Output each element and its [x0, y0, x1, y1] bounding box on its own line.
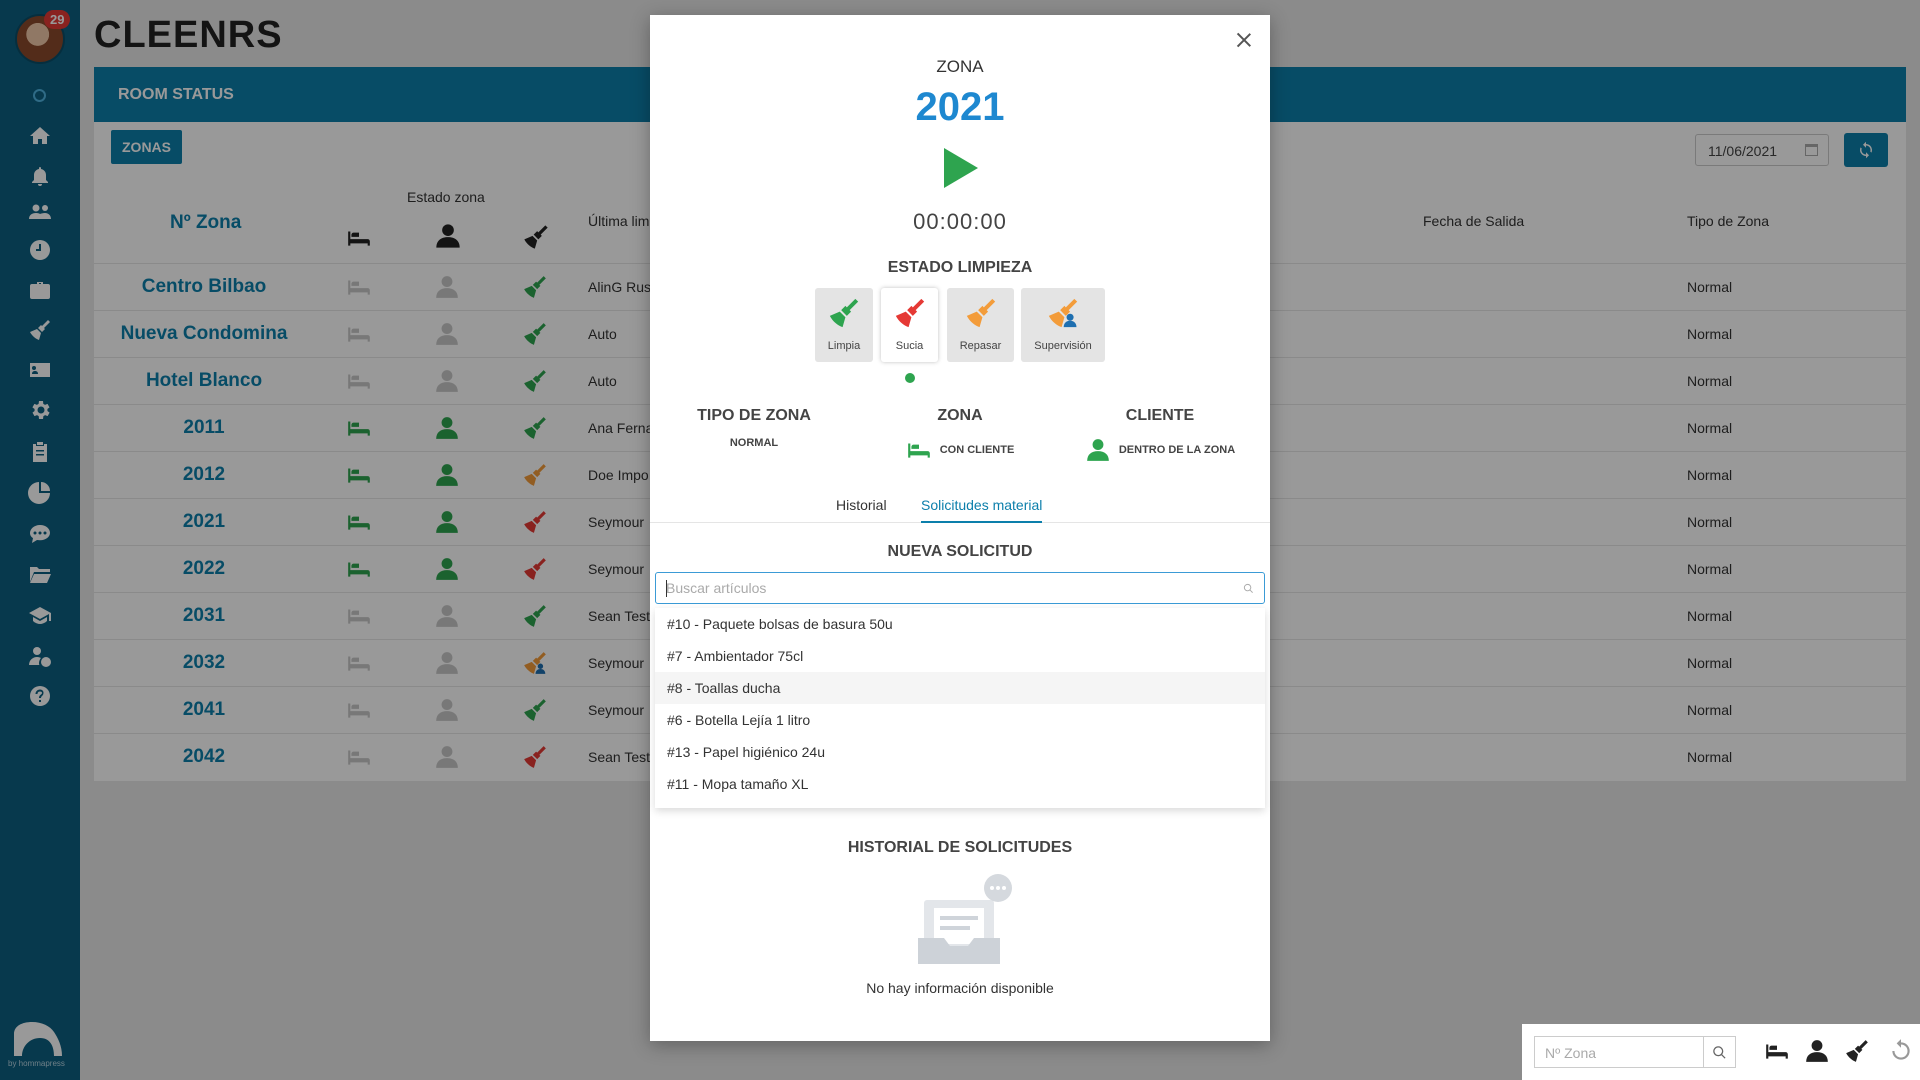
cliente-label: CLIENTE [1125, 407, 1195, 424]
zona-status-label: ZONA [937, 407, 983, 424]
broom-filter-icon[interactable] [1844, 1038, 1872, 1066]
dropdown-item[interactable]: #8 - Toallas ducha [655, 672, 1265, 704]
bed-icon [907, 443, 930, 458]
modal-zona-number: 2021 [915, 85, 1005, 129]
estado-option-repasar[interactable]: Repasar [947, 288, 1014, 362]
estado-option-label: Limpia [827, 340, 861, 352]
tipo-zona-label: TIPO DE ZONA [697, 407, 811, 424]
tab-historial[interactable]: Historial [836, 497, 887, 521]
close-icon[interactable] [1234, 31, 1254, 51]
modal-tabs: Historial Solicitudes material [650, 493, 1270, 523]
nueva-solicitud-title: NUEVA SOLICITUD [887, 543, 1033, 560]
empty-state-text: No hay información disponible [866, 980, 1054, 996]
article-dropdown: #10 - Paquete bolsas de basura 50u #7 - … [655, 608, 1265, 808]
historial-solicitudes-title: HISTORIAL DE SOLICITUDES [847, 839, 1073, 856]
dropdown-item[interactable]: #7 - Ambientador 75cl [655, 640, 1265, 672]
estado-option-label: Repasar [959, 340, 1002, 352]
article-search-placeholder: Buscar artículos [666, 580, 767, 596]
tipo-zona-info: TIPO DE ZONA NORMAL [690, 407, 818, 449]
estado-option-sucia[interactable]: Sucia [881, 288, 938, 362]
estado-option-limpia[interactable]: Limpia [815, 288, 873, 362]
dropdown-item[interactable]: #10 - Paquete bolsas de basura 50u [655, 608, 1265, 640]
estado-option-supervision[interactable]: Supervisión [1021, 288, 1105, 362]
zone-detail-modal: ZONA 2021 00:00:00 ESTADO LIMPIEZA Limpi… [650, 15, 1270, 1041]
filter-search-button[interactable] [1704, 1036, 1736, 1068]
dropdown-item[interactable]: #13 - Papel higiénico 24u [655, 736, 1265, 768]
filter-bar: Nº Zona [1522, 1024, 1920, 1080]
reset-filter-icon[interactable] [1888, 1038, 1916, 1066]
cliente-info: CLIENTE DENTRO DE LA ZONA [1080, 407, 1240, 463]
modal-zona-label: ZONA [936, 57, 984, 76]
estado-option-label: Sucia [895, 340, 924, 352]
broom-dirty-icon [895, 298, 924, 328]
broom-clean-icon [829, 298, 859, 328]
text-caret [666, 580, 667, 597]
broom-supervision-icon [1048, 298, 1078, 328]
play-icon[interactable] [944, 148, 978, 188]
bed-filter-icon[interactable] [1764, 1038, 1792, 1066]
dropdown-item[interactable]: #11 - Mopa tamaño XL [655, 768, 1265, 800]
broom-review-icon [966, 298, 995, 328]
zona-status-info: ZONA CON CLIENTE [898, 407, 1022, 463]
cliente-value: DENTRO DE LA ZONA [1118, 444, 1236, 456]
estado-option-label: Supervisión [1034, 340, 1092, 352]
empty-inbox-icon [918, 874, 1012, 964]
person-icon [1087, 439, 1109, 461]
article-search-input[interactable]: Buscar artículos [655, 572, 1265, 604]
search-icon [1243, 583, 1253, 593]
tab-solicitudes-material[interactable]: Solicitudes material [921, 497, 1043, 523]
dropdown-item[interactable]: #6 - Botella Lejía 1 litro [655, 704, 1265, 736]
zona-status-value: CON CLIENTE [939, 444, 1015, 456]
person-filter-icon[interactable] [1804, 1038, 1832, 1066]
tipo-zona-value: NORMAL [729, 437, 779, 449]
zona-filter-input[interactable]: Nº Zona [1534, 1036, 1704, 1068]
selected-indicator [905, 373, 915, 383]
estado-limpieza-title: ESTADO LIMPIEZA [887, 259, 1033, 276]
cleaning-timer: 00:00:00 [913, 209, 1007, 234]
search-icon [1713, 1046, 1726, 1059]
